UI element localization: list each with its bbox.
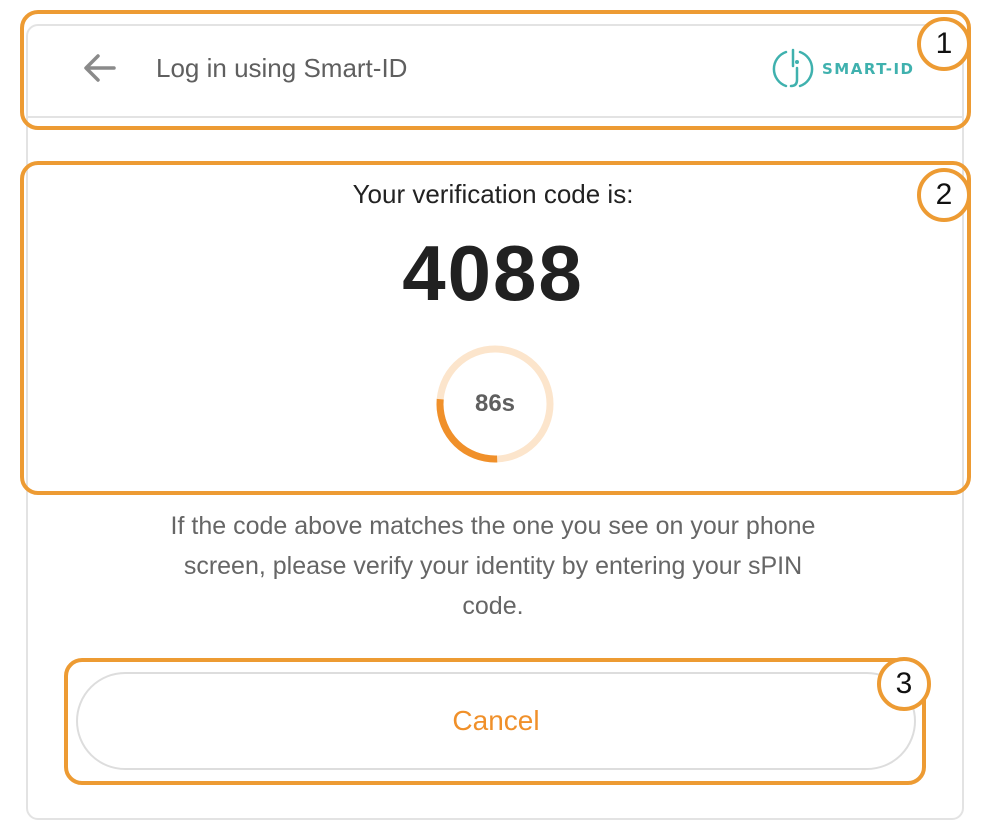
verification-label: Your verification code is:	[352, 179, 634, 209]
page-title: Log in using Smart-ID	[156, 53, 408, 83]
verification-code: 4088	[402, 229, 584, 317]
timer-text: 86s	[474, 390, 516, 417]
cancel-button[interactable]: Cancel	[76, 672, 916, 770]
arrow-left-icon[interactable]	[80, 50, 120, 86]
countdown-timer: 86s	[434, 343, 556, 465]
smart-id-logo: SMART-ID	[770, 46, 915, 92]
logo-text: SMART-ID	[822, 60, 915, 78]
instruction-text: If the code above matches the one you se…	[170, 512, 816, 620]
callout-label-3: 3	[877, 657, 931, 711]
smart-id-logo-icon	[772, 48, 814, 88]
callout-label-2: 2	[917, 168, 971, 222]
callout-label-1: 1	[917, 17, 971, 71]
